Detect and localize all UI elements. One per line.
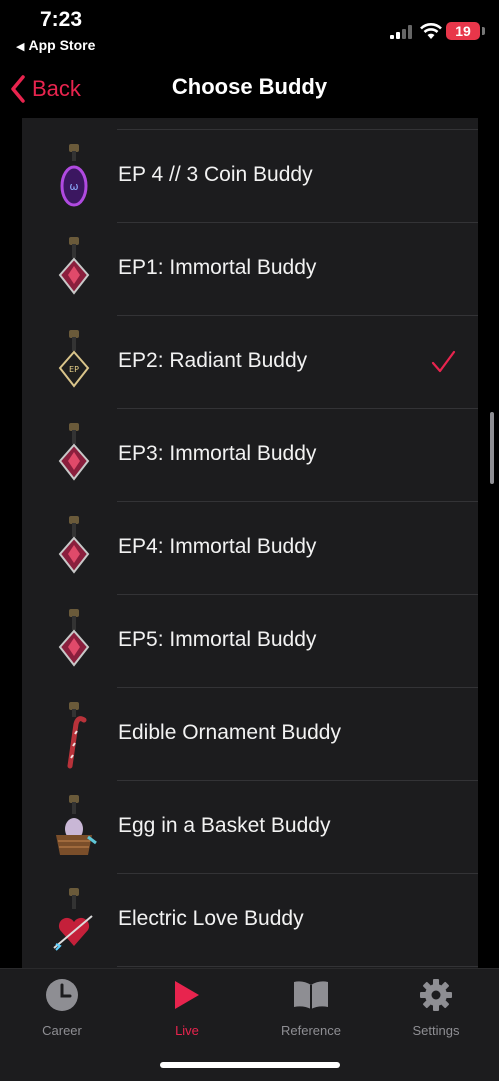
tab-live[interactable]: Live [132, 977, 242, 1038]
battery-indicator: 19 [446, 22, 480, 40]
radiant-buddy-icon: EP [58, 330, 90, 388]
tab-career[interactable]: Career [7, 977, 117, 1038]
scroll-indicator[interactable] [490, 412, 494, 484]
buddy-list-item[interactable]: EP4: Immortal Buddy [22, 502, 478, 595]
buddy-list-item[interactable]: Edible Ornament Buddy [22, 688, 478, 781]
back-app-label: App Store [28, 37, 96, 53]
svg-text:ω: ω [69, 180, 78, 193]
wifi-icon [420, 23, 442, 39]
svg-text:EP: EP [69, 365, 79, 374]
status-bar: 7:23 ◀ App Store 19 [0, 0, 499, 60]
back-triangle-icon: ◀ [16, 41, 25, 53]
buddy-list: ω EP 4 // 3 Coin Buddy EP1: Immortal Bud… [22, 118, 478, 968]
book-icon [294, 981, 328, 1009]
tab-settings-label: Settings [412, 1023, 460, 1038]
tab-settings[interactable]: Settings [381, 977, 491, 1038]
list-separator [117, 966, 478, 967]
buddy-label: EP 4 // 3 Coin Buddy [118, 163, 313, 186]
buddy-list-item[interactable]: ω EP 4 // 3 Coin Buddy [22, 130, 478, 223]
heart-buddy-icon [53, 888, 93, 951]
buddy-list-item[interactable]: Egg in a Basket Buddy [22, 781, 478, 874]
cellular-signal-icon [390, 25, 412, 39]
buddy-label: EP3: Immortal Buddy [118, 442, 317, 465]
buddy-label: Electric Love Buddy [118, 907, 304, 930]
buddy-label: Egg in a Basket Buddy [118, 814, 331, 837]
tab-career-label: Career [42, 1023, 82, 1038]
battery-tip [482, 27, 485, 35]
buddy-label: EP2: Radiant Buddy [118, 349, 308, 372]
page-title: Choose Buddy [171, 74, 328, 99]
gear-icon [420, 979, 452, 1011]
buddy-label: EP1: Immortal Buddy [118, 256, 317, 279]
buddy-list-item[interactable]: EP1: Immortal Buddy [22, 223, 478, 316]
immortal-buddy-icon [58, 609, 90, 667]
clock-icon [46, 979, 78, 1011]
buddy-list-item[interactable]: EP3: Immortal Buddy [22, 409, 478, 502]
buddy-list-item[interactable]: EP5: Immortal Buddy [22, 595, 478, 688]
egg-basket-buddy-icon [56, 795, 97, 855]
immortal-buddy-icon [58, 423, 90, 481]
checkmark-icon [431, 350, 456, 373]
candy-cane-buddy-icon [67, 702, 87, 769]
status-time: 7:23 [40, 8, 83, 31]
play-icon [175, 981, 199, 1009]
tab-live-label: Live [175, 1023, 199, 1038]
home-indicator[interactable] [160, 1062, 340, 1068]
immortal-buddy-icon [58, 237, 90, 295]
buddy-label: EP5: Immortal Buddy [118, 628, 317, 651]
buddy-list-item-selected[interactable]: EP EP2: Radiant Buddy [22, 316, 478, 409]
buddy-label: EP4: Immortal Buddy [118, 535, 317, 558]
buddy-list-item[interactable]: Electric Love Buddy [22, 874, 478, 967]
buddy-label: Edible Ornament Buddy [118, 721, 341, 744]
back-to-app-store-link[interactable]: ◀ App Store [16, 37, 95, 53]
coin-buddy-icon: ω [60, 144, 88, 207]
immortal-buddy-icon [58, 516, 90, 574]
tab-reference[interactable]: Reference [256, 977, 366, 1038]
navigation-bar: Back Choose Buddy [0, 60, 499, 118]
tab-reference-label: Reference [281, 1023, 341, 1038]
